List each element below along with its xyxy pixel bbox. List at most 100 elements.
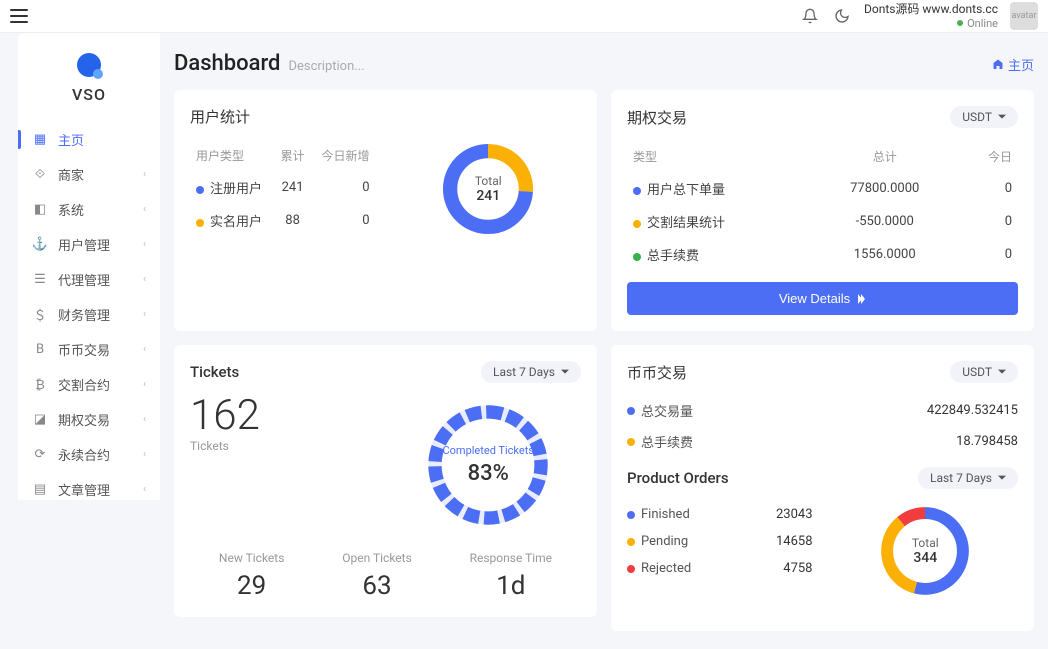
options-trading-table: 类型 总计 今日 用户总下单量 77800.00000交割结果统计 -550.0… xyxy=(627,140,1018,272)
table-row: 用户总下单量 77800.00000 xyxy=(629,173,1016,204)
cube-icon: ◧ xyxy=(32,202,48,218)
sidebar-item-10[interactable]: ▤ 文章管理 ‹ xyxy=(18,472,160,500)
menu-toggle[interactable] xyxy=(10,9,28,23)
metric: Open Tickets63 xyxy=(342,551,412,601)
currency-select[interactable]: USDT xyxy=(950,361,1018,383)
sidebar-item-8[interactable]: ◪ 期权交易 ‹ xyxy=(18,402,160,437)
table-row: 交割结果统计 -550.00000 xyxy=(629,206,1016,237)
view-details-button[interactable]: View Details xyxy=(627,282,1018,315)
store-icon: ⟐ xyxy=(32,167,48,183)
bullet-icon xyxy=(627,565,635,573)
chevron-left-icon: ‹ xyxy=(143,169,146,180)
chevron-left-icon: ‹ xyxy=(143,239,146,250)
sidebar-item-label: 币币交易 xyxy=(58,340,143,359)
page-description: Description... xyxy=(288,59,364,74)
sidebar-item-label: 永续合约 xyxy=(58,445,143,464)
bullet-icon xyxy=(627,538,635,546)
sidebar-item-label: 代理管理 xyxy=(58,270,143,289)
bullet-icon xyxy=(196,219,204,227)
sidebar-item-label: 主页 xyxy=(58,130,146,149)
home-icon xyxy=(992,58,1004,70)
page-title: Dashboard xyxy=(174,51,280,76)
card-options-trading: 期权交易 USDT 类型 总计 今日 用户总下单量 77800.00000交割结… xyxy=(611,90,1034,331)
chevron-left-icon: ‹ xyxy=(143,484,146,495)
card-title: 期权交易 xyxy=(627,107,687,128)
bullet-icon xyxy=(196,186,204,194)
chevron-left-icon: ‹ xyxy=(143,414,146,425)
chevron-left-icon: ‹ xyxy=(143,309,146,320)
sidebar-item-2[interactable]: ◧ 系统 ‹ xyxy=(18,192,160,227)
list-item: Rejected4758 xyxy=(627,555,813,582)
dashboard-icon: ▦ xyxy=(32,132,48,148)
sidebar-item-label: 期权交易 xyxy=(58,410,143,429)
clipboard-icon: ☰ xyxy=(32,272,48,288)
user-status: Online xyxy=(864,17,998,30)
sidebar-item-label: 文章管理 xyxy=(58,480,143,499)
chevron-left-icon: ‹ xyxy=(143,449,146,460)
nav: ▦ 主页 ⟐ 商家 ‹◧ 系统 ‹⚓ 用户管理 ‹☰ 代理管理 ‹＄ 财务管理 … xyxy=(18,114,160,500)
list-item: Finished23043 xyxy=(627,501,813,528)
list-item: 总交易量422849.532415 xyxy=(627,395,1018,426)
main: Dashboard Description... 主页 用户统计 用户类型 累计… xyxy=(160,33,1048,649)
table-row: 总手续费 1556.00000 xyxy=(629,239,1016,270)
sidebar-item-1[interactable]: ⟐ 商家 ‹ xyxy=(18,157,160,192)
status-dot-icon xyxy=(957,20,963,26)
card-title: Product Orders xyxy=(627,469,729,487)
chevron-down-icon xyxy=(998,474,1006,482)
chevron-left-icon: ‹ xyxy=(143,204,146,215)
bell-icon[interactable] xyxy=(800,6,820,26)
list-item: Pending14658 xyxy=(627,528,813,555)
sidebar-item-label: 商家 xyxy=(58,165,143,184)
chevron-down-icon xyxy=(998,113,1006,121)
chevron-down-icon xyxy=(561,368,569,376)
sidebar-item-7[interactable]: ₿ 交割合约 ‹ xyxy=(18,367,160,402)
sidebar-item-0[interactable]: ▦ 主页 xyxy=(18,122,160,157)
currency-select[interactable]: USDT xyxy=(950,106,1018,128)
bullet-icon xyxy=(627,438,635,446)
card-title: Tickets xyxy=(190,363,239,381)
sidebar-item-9[interactable]: ⟳ 永续合约 ‹ xyxy=(18,437,160,472)
card-title: 币币交易 xyxy=(627,362,687,383)
card-tickets: Tickets Last 7 Days 162 Tickets xyxy=(174,345,597,617)
chevron-left-icon: ‹ xyxy=(143,344,146,355)
breadcrumb[interactable]: 主页 xyxy=(992,55,1034,74)
card-product-orders: Product Orders Last 7 Days Finished23043… xyxy=(611,451,1034,631)
logo[interactable]: VSO xyxy=(18,33,160,114)
sidebar-item-label: 财务管理 xyxy=(58,305,143,324)
user-stats-donut: Total 241 xyxy=(438,139,538,239)
sidebar-item-4[interactable]: ☰ 代理管理 ‹ xyxy=(18,262,160,297)
table-row: 实名用户 880 xyxy=(192,205,374,236)
chevron-right-icon xyxy=(856,294,866,304)
moon-icon[interactable] xyxy=(832,6,852,26)
page-header: Dashboard Description... 主页 xyxy=(174,51,1034,76)
logo-icon xyxy=(77,53,101,77)
bullet-icon xyxy=(633,220,641,228)
tickets-total: 162 xyxy=(190,395,376,437)
chevron-left-icon: ‹ xyxy=(143,274,146,285)
dollar-icon: ＄ xyxy=(32,307,48,323)
topbar: Donts源码 www.donts.cc Online avatar xyxy=(0,0,1048,33)
date-range-select[interactable]: Last 7 Days xyxy=(918,467,1018,489)
bullet-icon xyxy=(627,511,635,519)
date-range-select[interactable]: Last 7 Days xyxy=(481,361,581,383)
metric: New Tickets29 xyxy=(219,551,285,601)
user-info[interactable]: Donts源码 www.donts.cc Online xyxy=(864,2,998,30)
sidebar-item-5[interactable]: ＄ 财务管理 ‹ xyxy=(18,297,160,332)
chart-icon: ◪ xyxy=(32,412,48,428)
chevron-down-icon xyxy=(998,368,1006,376)
user-stats-table: 用户类型 累计 今日新增 注册用户 2410实名用户 880 xyxy=(190,139,376,238)
sidebar-item-label: 用户管理 xyxy=(58,235,143,254)
table-row: 注册用户 2410 xyxy=(192,172,374,203)
avatar[interactable]: avatar xyxy=(1010,2,1038,30)
user-name: Donts源码 www.donts.cc xyxy=(864,2,998,16)
sidebar-item-3[interactable]: ⚓ 用户管理 ‹ xyxy=(18,227,160,262)
sidebar-item-label: 系统 xyxy=(58,200,143,219)
sidebar-item-label: 交割合约 xyxy=(58,375,143,394)
logo-text: VSO xyxy=(18,85,160,104)
metric: Response Time1d xyxy=(470,551,552,601)
bitcoin-icon: ₿ xyxy=(32,377,48,393)
bullet-icon xyxy=(633,187,641,195)
bold-icon: B xyxy=(32,342,48,358)
sidebar-item-6[interactable]: B 币币交易 ‹ xyxy=(18,332,160,367)
card-title: 用户统计 xyxy=(190,106,250,127)
